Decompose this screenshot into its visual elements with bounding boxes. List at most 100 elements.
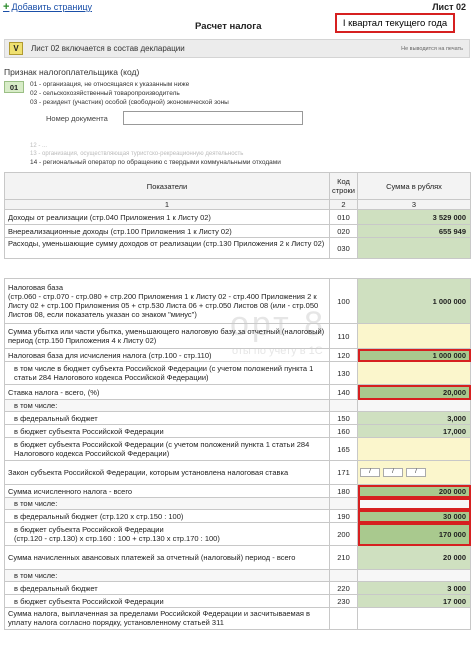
row-spacer xyxy=(5,259,471,279)
add-page-link[interactable]: + Добавить страницу xyxy=(3,1,92,13)
payer-option-faded-13: 13 - организация, осуществляющая туристс… xyxy=(30,151,244,157)
row-code: 130 xyxy=(329,361,358,385)
table-row: в том числе: xyxy=(4,399,471,412)
row-code xyxy=(329,569,358,582)
period-field[interactable]: I квартал текущего года xyxy=(335,13,455,33)
row-value[interactable]: 200 000 xyxy=(357,484,471,498)
row-label: в федеральный бюджет xyxy=(4,581,330,595)
row-value[interactable]: 20,000 xyxy=(357,384,471,400)
row-code: 110 xyxy=(329,323,358,349)
tax-table: Показатели Код строки Сумма в рублях 1 2… xyxy=(4,172,471,630)
row-label: Налоговая база (стр.060 - стр.070 - стр.… xyxy=(4,278,330,324)
row-code: 150 xyxy=(329,411,358,425)
law-item-field[interactable]: / xyxy=(406,468,426,477)
row-code: 180 xyxy=(329,484,358,498)
row-value[interactable] xyxy=(357,437,471,461)
table-row: Сумма убытка или части убытка, уменьшающ… xyxy=(4,323,471,349)
row-value xyxy=(357,607,471,630)
table-row: Налоговая база (стр.060 - стр.070 - стр.… xyxy=(4,278,471,324)
payer-option-02: 02 - сельскохозяйственный товаропроизвод… xyxy=(30,90,180,97)
row-label: Внереализационные доходы (стр.100 Прилож… xyxy=(4,224,330,238)
row-code xyxy=(329,607,358,630)
row-label: Сумма начисленных авансовых платежей за … xyxy=(4,545,330,570)
row-value xyxy=(357,399,471,412)
table-row: Расходы, уменьшающие сумму доходов от ре… xyxy=(4,237,471,259)
table-row: в том числе: xyxy=(4,569,471,582)
row-code: 171 xyxy=(329,460,358,485)
table-row: Сумма налога, выплаченная за пределами Р… xyxy=(4,607,471,630)
row-value[interactable]: 170 000 xyxy=(357,522,471,546)
row-code: 100 xyxy=(329,278,358,324)
row-code: 230 xyxy=(329,594,358,608)
row-label: в том числе: xyxy=(4,569,330,582)
row-value[interactable]: 30 000 xyxy=(357,509,471,523)
law-number-field[interactable]: / xyxy=(360,468,380,477)
table-row: в федеральный бюджет 220 3 000 xyxy=(4,581,471,595)
row-code: 220 xyxy=(329,581,358,595)
row-label: Расходы, уменьшающие сумму доходов от ре… xyxy=(4,237,330,259)
table-row: Сумма начисленных авансовых платежей за … xyxy=(4,545,471,570)
row-value[interactable] xyxy=(357,361,471,385)
col-number: 1 xyxy=(4,199,330,210)
doc-number-input[interactable] xyxy=(123,111,303,125)
row-label: Сумма налога, выплаченная за пределами Р… xyxy=(4,607,330,630)
col-number: 2 xyxy=(329,199,358,210)
sheet-number: Лист 02 xyxy=(432,2,466,12)
row-value[interactable]: 3 000 xyxy=(357,581,471,595)
add-page-label: Добавить страницу xyxy=(11,2,92,12)
inclusion-label: Лист 02 включается в состав декларации xyxy=(31,44,185,53)
row-value xyxy=(357,497,471,510)
row-label: Сумма исчисленного налога - всего xyxy=(4,484,330,498)
row-label: в том числе: xyxy=(4,399,330,412)
table-row: в федеральный бюджет 150 3,000 xyxy=(4,411,471,425)
row-code: 140 xyxy=(329,384,358,400)
table-row: Ставка налога - всего, (%) 140 20,000 xyxy=(4,384,471,400)
col-header-amount: Сумма в рублях xyxy=(357,172,471,200)
row-label: в бюджет субъекта Российской Федерации (… xyxy=(4,437,330,461)
row-value[interactable]: 17 000 xyxy=(357,594,471,608)
table-row: Доходы от реализации (стр.040 Приложения… xyxy=(4,209,471,225)
row-value[interactable]: 3,000 xyxy=(357,411,471,425)
row-label: в бюджет субъекта Российской Федерации (… xyxy=(4,522,330,546)
table-row: Налоговая база для исчисления налога (ст… xyxy=(4,348,471,362)
law-fields: / / / xyxy=(357,460,471,485)
payer-option-03: 03 - резидент (участник) особой (свободн… xyxy=(30,99,229,106)
table-row: в том числе: xyxy=(4,497,471,510)
row-value[interactable]: 1 000 000 xyxy=(357,348,471,362)
col-header-indicator: Показатели xyxy=(4,172,330,200)
row-value[interactable] xyxy=(357,323,471,349)
row-label: Доходы от реализации (стр.040 Приложения… xyxy=(4,209,330,225)
row-label: Ставка налога - всего, (%) xyxy=(4,384,330,400)
row-code: 160 xyxy=(329,424,358,438)
row-code: 030 xyxy=(329,237,358,259)
payer-option-14: 14 - региональный оператор по обращению … xyxy=(30,159,281,166)
row-value[interactable] xyxy=(357,237,471,259)
row-label: Сумма убытка или части убытка, уменьшающ… xyxy=(4,323,330,349)
row-value[interactable]: 655 949 xyxy=(357,224,471,238)
row-label: в том числе: xyxy=(4,497,330,510)
table-row: в бюджет субъекта Российской Федерации (… xyxy=(4,437,471,461)
row-label: в федеральный бюджет (стр.120 x стр.150 … xyxy=(4,509,330,523)
row-code: 200 xyxy=(329,522,358,546)
table-row: Закон субъекта Российской Федерации, кот… xyxy=(4,460,471,485)
payer-code-field[interactable]: 01 xyxy=(4,81,24,93)
row-label: в бюджет субъекта Российской Федерации xyxy=(4,594,330,608)
row-code xyxy=(329,399,358,412)
table-row: Внереализационные доходы (стр.100 Прилож… xyxy=(4,224,471,238)
row-value[interactable]: 20 000 xyxy=(357,545,471,570)
payer-option-01: 01 - организация, не относящаяся к указа… xyxy=(30,81,190,88)
row-code: 120 xyxy=(329,348,358,362)
row-value xyxy=(357,569,471,582)
row-value[interactable]: 1 000 000 xyxy=(357,278,471,324)
include-checkbox[interactable]: V xyxy=(9,42,23,55)
table-row: в бюджет субъекта Российской Федерации 2… xyxy=(4,594,471,608)
table-row: в бюджет субъекта Российской Федерации (… xyxy=(4,522,471,546)
row-value[interactable]: 3 529 000 xyxy=(357,209,471,225)
law-date-field[interactable]: / xyxy=(383,468,403,477)
row-value[interactable]: 17,000 xyxy=(357,424,471,438)
row-code: 165 xyxy=(329,437,358,461)
col-header-code: Код строки xyxy=(329,172,358,200)
row-code: 010 xyxy=(329,209,358,225)
table-row: в федеральный бюджет (стр.120 x стр.150 … xyxy=(4,509,471,523)
page-title: Расчет налога xyxy=(195,21,262,32)
